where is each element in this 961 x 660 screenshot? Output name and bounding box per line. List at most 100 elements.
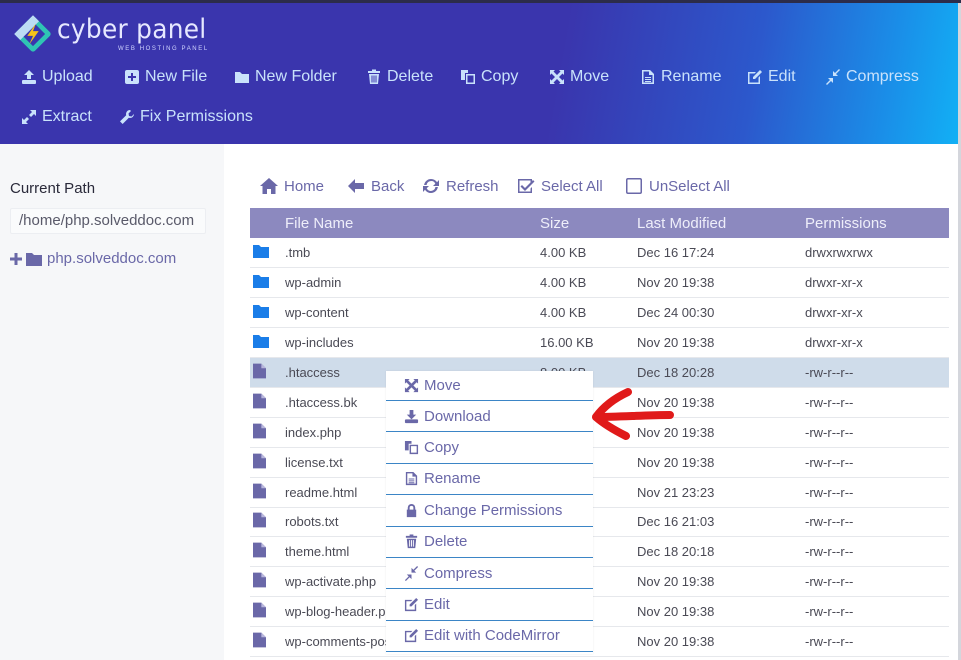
brand-logo[interactable]: cyber panel WEB HOSTING PANEL — [14, 15, 219, 53]
context-menu-item-copy[interactable]: Copy — [386, 432, 593, 464]
unselect-all-button[interactable]: UnSelect All — [625, 177, 730, 195]
file-icon — [253, 542, 266, 558]
lock-icon — [406, 503, 417, 517]
folder-icon — [253, 335, 269, 349]
context-menu-item-move[interactable]: Move — [386, 371, 593, 401]
folder-icon — [26, 252, 42, 266]
context-menu-item-edit-with-codemirror[interactable]: Edit with CodeMirror — [386, 621, 593, 653]
refresh-icon — [423, 178, 439, 194]
file-size: 16.00 KB — [540, 335, 594, 351]
table-row[interactable]: wp-comments-post.php Nov 20 19:38 -rw-r--r… — [250, 627, 949, 657]
annotation-arrow — [592, 388, 674, 440]
plus-icon[interactable] — [10, 252, 22, 265]
edit-button[interactable]: Edit — [747, 68, 796, 86]
file-permissions: -rw-r--r-- — [805, 574, 854, 590]
file-text-icon — [642, 70, 654, 84]
header-size[interactable]: Size — [540, 208, 637, 238]
refresh-button[interactable]: Refresh — [422, 177, 499, 195]
file-icon — [253, 423, 266, 439]
home-icon — [260, 178, 278, 194]
row-icon — [250, 507, 285, 537]
file-permissions: -rw-r--r-- — [805, 604, 854, 620]
arrow-left-icon — [348, 179, 364, 193]
expand-icon — [22, 110, 36, 124]
file-modified: Dec 16 21:03 — [637, 514, 715, 530]
checkbox-empty-icon — [626, 178, 642, 194]
copy-button[interactable]: Copy — [460, 68, 518, 86]
table-row[interactable]: wp-blog-header.php Nov 20 19:38 -rw-r--r-- — [250, 597, 949, 627]
header-permissions[interactable]: Permissions — [805, 208, 949, 238]
brand-title: cyber panel — [57, 14, 207, 45]
table-row[interactable]: wp-content 4.00 KB Dec 24 00:30 drwxr-xr-x — [250, 298, 949, 328]
context-menu-item-download[interactable]: Download — [386, 401, 593, 433]
compress-icon — [826, 69, 840, 85]
file-modified: Nov 20 19:38 — [637, 275, 715, 291]
tree-item-root[interactable]: php.solveddoc.com — [10, 250, 176, 267]
row-icon — [250, 417, 285, 447]
context-menu-item-change-permissions[interactable]: Change Permissions — [386, 495, 593, 527]
table-row[interactable]: wp-includes 16.00 KB Nov 20 19:38 drwxr-xr-… — [250, 328, 949, 358]
sidebar: Current Path /home/php.solveddoc.com php… — [0, 144, 224, 660]
edit-icon — [404, 597, 419, 612]
file-permissions: -rw-r--r-- — [805, 424, 854, 440]
file-permissions: -rw-r--r-- — [805, 365, 854, 380]
table-row[interactable]: theme.html Dec 18 20:18 -rw-r--r-- — [250, 537, 949, 567]
brand-subtitle: WEB HOSTING PANEL — [118, 46, 209, 52]
delete-button[interactable]: Delete — [366, 68, 433, 86]
table-row[interactable]: .tmb 4.00 KB Dec 16 17:24 drwxrwxrwx — [250, 238, 949, 268]
extract-button[interactable]: Extract — [21, 108, 92, 126]
file-name[interactable]: .tmb — [285, 238, 540, 268]
row-icon — [250, 447, 285, 477]
file-modified: Dec 24 00:30 — [637, 305, 715, 321]
new-file-button[interactable]: New File — [124, 68, 207, 86]
row-icon — [250, 268, 285, 298]
file-icon — [253, 363, 266, 379]
file-modified: Nov 20 19:38 — [637, 604, 715, 620]
file-permissions: drwxr-xr-x — [805, 305, 863, 321]
file-permissions: -rw-r--r-- — [805, 394, 854, 410]
context-menu-item-compress[interactable]: Compress — [386, 558, 593, 590]
file-size: 4.00 KB — [540, 305, 587, 321]
fix-permissions-button[interactable]: Fix Permissions — [119, 108, 253, 126]
file-modified: Nov 20 19:38 — [637, 454, 715, 470]
edit-icon — [748, 70, 762, 84]
table-row[interactable]: robots.txt Dec 16 21:03 -rw-r--r-- — [250, 507, 949, 537]
trash-icon — [368, 69, 380, 84]
table-row[interactable]: license.txt Nov 20 19:38 -rw-r--r-- — [250, 447, 949, 478]
file-modified: Dec 18 20:18 — [637, 544, 715, 560]
move-icon — [404, 378, 419, 393]
select-all-button[interactable]: Select All — [517, 177, 603, 195]
file-permissions: drwxrwxrwx — [805, 245, 873, 261]
file-name[interactable]: wp-content — [285, 298, 540, 328]
compress-button[interactable]: Compress — [825, 68, 919, 86]
row-icon — [250, 627, 285, 657]
header-last-modified[interactable]: Last Modified — [637, 208, 805, 238]
upload-button[interactable]: Upload — [21, 68, 93, 86]
table-row[interactable]: readme.html Nov 21 23:23 -rw-r--r-- — [250, 477, 949, 508]
folder-icon — [253, 245, 269, 259]
file-size: 4.00 KB — [540, 275, 587, 291]
row-icon — [250, 477, 285, 507]
current-path-input[interactable]: /home/php.solveddoc.com — [10, 208, 206, 234]
table-row[interactable]: .htaccess8.00 KBDec 18 20:28-rw-r--r-- — [250, 357, 949, 388]
context-menu-item-delete[interactable]: Delete — [386, 527, 593, 558]
context-menu-item-rename[interactable]: Rename — [386, 464, 593, 496]
new-folder-button[interactable]: New Folder — [234, 68, 337, 86]
edit-icon — [404, 629, 419, 643]
header-file-name[interactable]: File Name — [285, 208, 540, 238]
table-row[interactable]: wp-activate.php Nov 20 19:38 -rw-r--r-- — [250, 567, 949, 597]
file-icon — [253, 572, 266, 588]
file-name[interactable]: wp-admin — [285, 268, 540, 298]
row-icon — [250, 328, 285, 358]
home-button[interactable]: Home — [260, 177, 324, 195]
file-modified: Dec 18 20:28 — [637, 365, 715, 380]
checkbox-checked-icon — [518, 179, 535, 193]
rename-button[interactable]: Rename — [640, 68, 721, 86]
file-size: 4.00 KB — [540, 245, 587, 261]
table-row[interactable]: wp-admin 4.00 KB Nov 20 19:38 drwxr-xr-x — [250, 268, 949, 298]
back-button[interactable]: Back — [347, 177, 404, 195]
file-name[interactable]: wp-includes — [285, 328, 540, 358]
compress-icon — [404, 565, 419, 581]
move-button[interactable]: Move — [549, 68, 609, 86]
context-menu-item-edit[interactable]: Edit — [386, 589, 593, 621]
